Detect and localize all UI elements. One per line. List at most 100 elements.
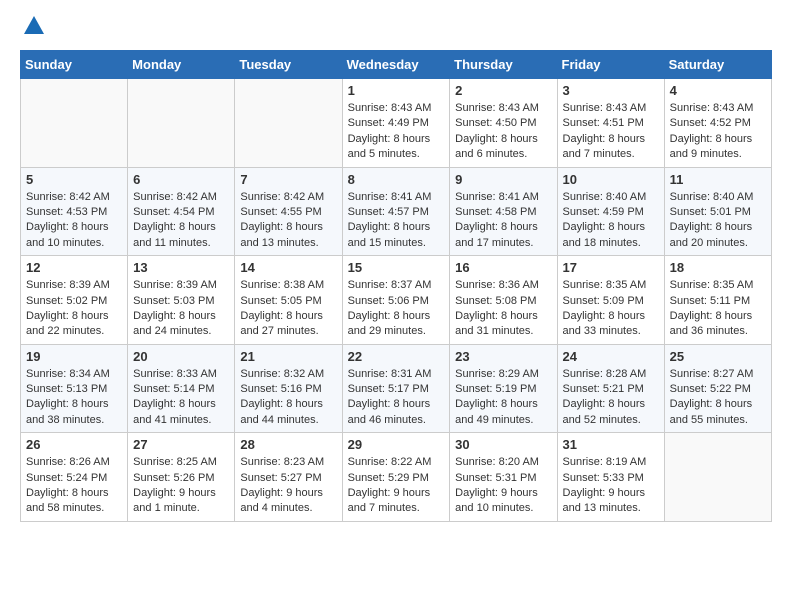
calendar-cell [235,79,342,168]
day-number: 4 [670,83,766,98]
calendar-cell [664,433,771,522]
day-number: 24 [563,349,659,364]
day-number: 14 [240,260,336,275]
day-info: Sunrise: 8:26 AMSunset: 5:24 PMDaylight:… [26,455,122,517]
day-info: Sunrise: 8:29 AMSunset: 5:19 PMDaylight:… [455,367,551,429]
calendar-week-row: 5Sunrise: 8:42 AMSunset: 4:53 PMDaylight… [21,167,772,256]
calendar-cell: 1 Sunrise: 8:43 AMSunset: 4:49 PMDaylight… [342,79,450,168]
calendar-cell: 27Sunrise: 8:25 AMSunset: 5:26 PMDayligh… [128,433,235,522]
calendar-cell: 5Sunrise: 8:42 AMSunset: 4:53 PMDaylight… [21,167,128,256]
day-info: Sunrise: 8:33 AMSunset: 5:14 PMDaylight:… [133,367,229,429]
logo [20,20,44,34]
calendar-cell: 10 Sunrise: 8:40 AMSunset: 4:59 PMDayligh… [557,167,664,256]
day-number: 8 [348,172,445,187]
day-number: 7 [240,172,336,187]
calendar-cell: 25 Sunrise: 8:27 AMSunset: 5:22 PMDayligh… [664,344,771,433]
logo-triangle-icon [24,16,44,34]
day-number: 12 [26,260,122,275]
calendar-cell: 2 Sunrise: 8:43 AMSunset: 4:50 PMDaylight… [450,79,557,168]
weekday-header-sunday: Sunday [21,51,128,79]
calendar-cell: 7 Sunrise: 8:42 AMSunset: 4:55 PMDaylight… [235,167,342,256]
day-info: Sunrise: 8:42 AMSunset: 4:54 PMDaylight:… [133,190,229,252]
day-number: 6 [133,172,229,187]
day-number: 30 [455,437,551,452]
day-number: 2 [455,83,551,98]
day-info: Sunrise: 8:19 AMSunset: 5:33 PMDaylight:… [563,455,659,517]
calendar-header-row: SundayMondayTuesdayWednesdayThursdayFrid… [21,51,772,79]
day-info: Sunrise: 8:28 AMSunset: 5:21 PMDaylight:… [563,367,659,429]
day-number: 5 [26,172,122,187]
calendar-cell: 23 Sunrise: 8:29 AMSunset: 5:19 PMDayligh… [450,344,557,433]
day-number: 25 [670,349,766,364]
calendar-cell [21,79,128,168]
day-number: 27 [133,437,229,452]
calendar-cell: 9 Sunrise: 8:41 AMSunset: 4:58 PMDaylight… [450,167,557,256]
calendar-cell: 3 Sunrise: 8:43 AMSunset: 4:51 PMDaylight… [557,79,664,168]
day-info: Sunrise: 8:41 AMSunset: 4:57 PMDaylight:… [348,190,445,252]
day-number: 26 [26,437,122,452]
day-number: 23 [455,349,551,364]
weekday-header-saturday: Saturday [664,51,771,79]
day-info: Sunrise: 8:20 AMSunset: 5:31 PMDaylight:… [455,455,551,517]
weekday-header-tuesday: Tuesday [235,51,342,79]
day-info: Sunrise: 8:32 AMSunset: 5:16 PMDaylight:… [240,367,336,429]
day-info: Sunrise: 8:43 AMSunset: 4:50 PMDaylight:… [455,101,551,163]
calendar-cell: 13Sunrise: 8:39 AMSunset: 5:03 PMDayligh… [128,256,235,345]
day-number: 9 [455,172,551,187]
calendar-cell: 14 Sunrise: 8:38 AMSunset: 5:05 PMDayligh… [235,256,342,345]
calendar-week-row: 26 Sunrise: 8:26 AMSunset: 5:24 PMDayligh… [21,433,772,522]
day-info: Sunrise: 8:31 AMSunset: 5:17 PMDaylight:… [348,367,445,429]
day-info: Sunrise: 8:35 AMSunset: 5:09 PMDaylight:… [563,278,659,340]
day-info: Sunrise: 8:34 AMSunset: 5:13 PMDaylight:… [26,367,122,429]
day-number: 16 [455,260,551,275]
calendar-cell: 12 Sunrise: 8:39 AMSunset: 5:02 PMDayligh… [21,256,128,345]
day-number: 13 [133,260,229,275]
day-number: 28 [240,437,336,452]
calendar-cell: 30 Sunrise: 8:20 AMSunset: 5:31 PMDayligh… [450,433,557,522]
calendar-cell: 19 Sunrise: 8:34 AMSunset: 5:13 PMDayligh… [21,344,128,433]
day-number: 31 [563,437,659,452]
calendar-cell: 11 Sunrise: 8:40 AMSunset: 5:01 PMDayligh… [664,167,771,256]
calendar-cell: 22Sunrise: 8:31 AMSunset: 5:17 PMDayligh… [342,344,450,433]
day-info: Sunrise: 8:41 AMSunset: 4:58 PMDaylight:… [455,190,551,252]
day-info: Sunrise: 8:22 AMSunset: 5:29 PMDaylight:… [348,455,445,517]
calendar-cell: 21 Sunrise: 8:32 AMSunset: 5:16 PMDayligh… [235,344,342,433]
calendar-cell: 26 Sunrise: 8:26 AMSunset: 5:24 PMDayligh… [21,433,128,522]
calendar-cell: 20Sunrise: 8:33 AMSunset: 5:14 PMDayligh… [128,344,235,433]
day-info: Sunrise: 8:43 AMSunset: 4:51 PMDaylight:… [563,101,659,163]
day-info: Sunrise: 8:40 AMSunset: 4:59 PMDaylight:… [563,190,659,252]
day-number: 19 [26,349,122,364]
day-number: 3 [563,83,659,98]
calendar-cell [128,79,235,168]
calendar-week-row: 12 Sunrise: 8:39 AMSunset: 5:02 PMDayligh… [21,256,772,345]
weekday-header-wednesday: Wednesday [342,51,450,79]
day-info: Sunrise: 8:27 AMSunset: 5:22 PMDaylight:… [670,367,766,429]
day-info: Sunrise: 8:39 AMSunset: 5:02 PMDaylight:… [26,278,122,340]
day-info: Sunrise: 8:43 AMSunset: 4:52 PMDaylight:… [670,101,766,163]
page-header [20,20,772,34]
calendar-week-row: 19 Sunrise: 8:34 AMSunset: 5:13 PMDayligh… [21,344,772,433]
day-info: Sunrise: 8:35 AMSunset: 5:11 PMDaylight:… [670,278,766,340]
day-number: 21 [240,349,336,364]
day-number: 17 [563,260,659,275]
weekday-header-friday: Friday [557,51,664,79]
calendar-cell: 15Sunrise: 8:37 AMSunset: 5:06 PMDayligh… [342,256,450,345]
calendar-cell: 31 Sunrise: 8:19 AMSunset: 5:33 PMDayligh… [557,433,664,522]
calendar-cell: 6 Sunrise: 8:42 AMSunset: 4:54 PMDaylight… [128,167,235,256]
calendar-cell: 16Sunrise: 8:36 AMSunset: 5:08 PMDayligh… [450,256,557,345]
calendar-table: SundayMondayTuesdayWednesdayThursdayFrid… [20,50,772,522]
calendar-cell: 8 Sunrise: 8:41 AMSunset: 4:57 PMDaylight… [342,167,450,256]
day-info: Sunrise: 8:40 AMSunset: 5:01 PMDaylight:… [670,190,766,252]
calendar-cell: 29 Sunrise: 8:22 AMSunset: 5:29 PMDayligh… [342,433,450,522]
weekday-header-thursday: Thursday [450,51,557,79]
day-number: 10 [563,172,659,187]
day-number: 1 [348,83,445,98]
calendar-cell: 28Sunrise: 8:23 AMSunset: 5:27 PMDayligh… [235,433,342,522]
weekday-header-monday: Monday [128,51,235,79]
day-info: Sunrise: 8:37 AMSunset: 5:06 PMDaylight:… [348,278,445,340]
day-info: Sunrise: 8:38 AMSunset: 5:05 PMDaylight:… [240,278,336,340]
day-number: 11 [670,172,766,187]
day-info: Sunrise: 8:42 AMSunset: 4:55 PMDaylight:… [240,190,336,252]
day-number: 29 [348,437,445,452]
day-info: Sunrise: 8:43 AMSunset: 4:49 PMDaylight:… [348,101,445,163]
